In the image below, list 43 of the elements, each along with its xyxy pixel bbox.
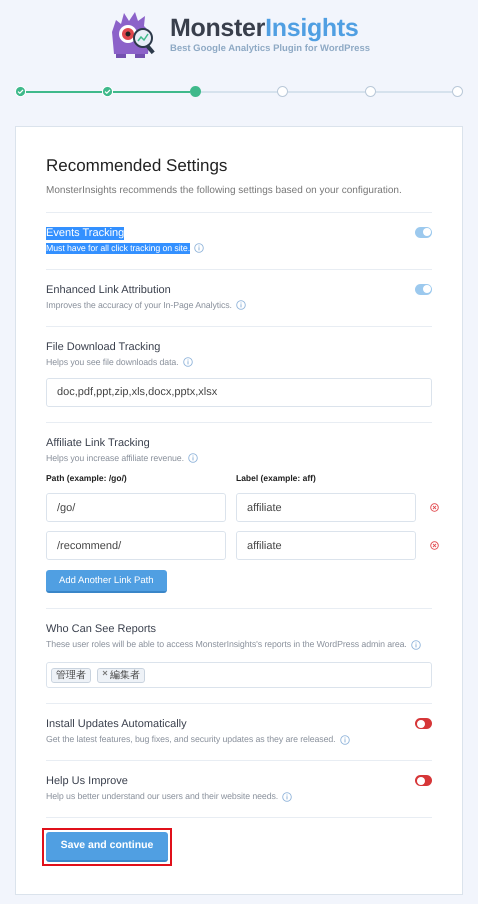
path-field[interactable]: /go/ xyxy=(46,493,226,522)
setting-description: Get the latest features, bug fixes, and security updates as they are released. xyxy=(46,734,336,746)
toggle-switch[interactable] xyxy=(415,226,432,238)
remove-icon[interactable] xyxy=(430,503,439,512)
info-icon xyxy=(282,792,292,802)
info-icon xyxy=(340,734,350,745)
info-icon xyxy=(236,300,246,310)
setting-description: Improves the accuracy of your In-Page Analytics. xyxy=(46,300,232,310)
tagline: Best Google Analytics Plugin for WordPress xyxy=(170,42,370,56)
toggle-switch[interactable] xyxy=(415,718,432,730)
label-field[interactable]: affiliate xyxy=(236,531,416,560)
text-field[interactable]: doc,pdf,ppt,zip,xls,docx,pptx,xlsx xyxy=(46,378,432,406)
toggle-switch[interactable] xyxy=(415,284,432,294)
setting-description: Helps you see file downloads data. xyxy=(46,356,179,368)
brand-name: Insights xyxy=(265,14,359,42)
label-field[interactable]: affiliate xyxy=(236,493,416,522)
setting-description: Help us better understand our users and their website needs. xyxy=(46,791,278,802)
setting-title: Enhanced Link Attribution xyxy=(46,284,171,296)
role-tag[interactable]: 管理者 xyxy=(51,668,91,683)
info-icon xyxy=(182,357,193,367)
role-tag[interactable]: 編集者 xyxy=(97,668,145,683)
column-header: Path (example: /go/) xyxy=(46,472,128,484)
brand-name: Monster xyxy=(170,14,266,42)
card-title: Recommended Settings xyxy=(46,155,228,177)
info-icon xyxy=(188,453,198,463)
setting-title: Help Us Improve xyxy=(46,775,128,788)
path-field[interactable]: /recommend/ xyxy=(46,531,226,560)
card-subtitle: MonsterInsights recommends the following settings based on your configuration. xyxy=(46,184,403,198)
setting-title: Who Can See Reports xyxy=(46,623,156,636)
setting-description: Helps you increase affiliate revenue. xyxy=(46,452,184,464)
setting-title: File Download Tracking xyxy=(46,340,160,354)
roles-field[interactable]: 管理者 編集者 xyxy=(46,662,432,688)
remove-icon[interactable] xyxy=(102,670,108,676)
remove-icon[interactable] xyxy=(430,541,439,550)
info-icon xyxy=(194,243,204,253)
setting-title: Install Updates Automatically xyxy=(46,718,187,732)
setting-title: Affiliate Link Tracking xyxy=(46,436,150,450)
setting-description: Must have for all click tracking on site. xyxy=(46,242,190,254)
toggle-switch[interactable] xyxy=(415,775,432,786)
setting-title: Events Tracking xyxy=(46,226,124,240)
info-icon xyxy=(410,640,421,650)
column-header: Label (example: aff) xyxy=(236,472,317,484)
setting-description: These user roles will be able to access MonsterInsights's reports in the WordPress admin area. xyxy=(46,639,407,650)
